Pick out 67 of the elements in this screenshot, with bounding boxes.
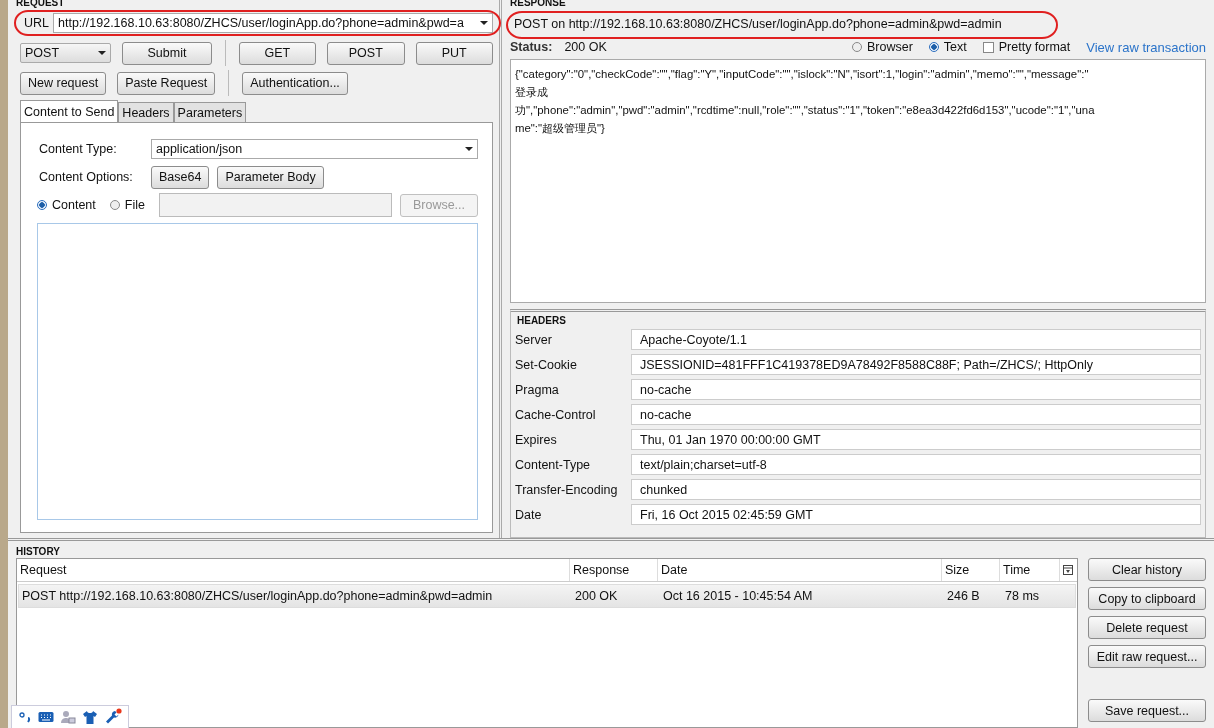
- view-radio[interactable]: Text: [928, 40, 967, 54]
- option-button[interactable]: Base64: [151, 165, 210, 189]
- header-name: Server: [515, 332, 553, 347]
- column-chooser-icon[interactable]: [1063, 565, 1073, 575]
- caret-icon: [465, 147, 473, 151]
- url-field[interactable]: http://192.168.10.63:8080/ZHCS/user/loginApp.do?phone=admin&pwd=a: [53, 13, 493, 33]
- header-value-field: Fri, 16 Oct 2015 02:45:59 GMT: [631, 504, 1201, 525]
- tab[interactable]: Content to Send: [20, 100, 119, 122]
- header-name: Set-Cookie: [515, 357, 578, 372]
- header-name: Content-Type: [515, 457, 592, 472]
- view-raw-link[interactable]: View raw transaction: [1086, 39, 1206, 55]
- status-value: 200 OK: [564, 40, 607, 54]
- option-button[interactable]: Parameter Body: [217, 165, 324, 189]
- column-header[interactable]: Size: [942, 559, 1000, 581]
- content-type-dropdown[interactable]: application/json: [151, 139, 478, 159]
- header-name: Pragma: [515, 382, 560, 397]
- history-action-button[interactable]: Copy to clipboard: [1088, 587, 1206, 610]
- header-name: Expires: [515, 432, 558, 447]
- header-name: Date: [515, 507, 543, 522]
- method-button[interactable]: PUT: [415, 41, 493, 65]
- source-radio[interactable]: File: [109, 198, 145, 212]
- header-name: Transfer-Encoding: [515, 482, 619, 497]
- action-button[interactable]: New request: [20, 71, 107, 95]
- header-value-field: JSESSIONID=481FFF1C419378ED9A78492F8588C88F; Path=/ZHCS/; HttpOnly: [631, 354, 1201, 375]
- wrench-icon[interactable]: [104, 708, 122, 726]
- method-button[interactable]: GET: [238, 41, 317, 65]
- tab[interactable]: Parameters: [173, 102, 247, 122]
- status-label: Status:: [510, 40, 553, 54]
- content-type-label: Content Type:: [38, 142, 118, 156]
- punctuation-icon[interactable]: [18, 710, 32, 724]
- header-value-field: no-cache: [631, 379, 1201, 400]
- save-request-button[interactable]: Save request...: [1088, 699, 1206, 722]
- header-value-field: no-cache: [631, 404, 1201, 425]
- url-label: URL: [23, 16, 49, 30]
- history-action-button[interactable]: Delete request: [1088, 616, 1206, 639]
- panel-title: HEADERS: [517, 315, 567, 326]
- method-button[interactable]: POST: [327, 41, 405, 65]
- submit-button[interactable]: Submit: [122, 41, 212, 65]
- panel-title: HISTORY: [16, 547, 61, 557]
- authentication-button[interactable]: Authentication...: [242, 71, 348, 95]
- action-button[interactable]: Paste Request: [117, 71, 216, 95]
- content-options-label: Content Options:: [38, 170, 134, 184]
- history-row[interactable]: POST http://192.168.10.63:8080/ZHCS/user/loginApp.do?phone=admin&pwd=admin 200 OK Oct 16 2015 - 10:45:54 AM 246 B 78 ms: [18, 584, 1076, 608]
- caret-icon: [480, 21, 488, 25]
- column-header[interactable]: Date: [658, 559, 942, 581]
- caret-icon: [98, 51, 107, 55]
- shirt-icon[interactable]: [82, 710, 98, 724]
- header-value-field: chunked: [631, 479, 1201, 500]
- header-value-field: text/plain;charset=utf-8: [631, 454, 1201, 475]
- column-header[interactable]: Request: [17, 559, 570, 581]
- keyboard-icon[interactable]: [38, 711, 54, 723]
- file-path-field[interactable]: [158, 193, 392, 217]
- pretty-format-checkbox[interactable]: Pretty format: [982, 40, 1071, 54]
- view-radio[interactable]: Browser: [851, 40, 913, 54]
- history-action-button[interactable]: Edit raw request...: [1088, 645, 1206, 668]
- source-radio[interactable]: Content: [37, 198, 96, 212]
- tab[interactable]: Headers: [118, 102, 174, 122]
- header-value-field: Apache-Coyote/1.1: [631, 329, 1201, 350]
- user-icon[interactable]: [60, 710, 76, 724]
- column-header[interactable]: Response: [570, 559, 658, 581]
- response-body: {"category":"0","checkCode":"","flag":"Y","inputCode":"","islock":"N","isort":1,"login":"admin","memo":"","message":" 登录成 功","phone":"admin","pwd":"admin","rcdtime":null,"role":"","status":"1","token":"e8ea3d422fd6d153","ucode":"1","una me":"超级管理员"}: [510, 59, 1206, 303]
- header-name: Cache-Control: [515, 407, 597, 422]
- request-summary: POST on http://192.168.10.63:8080/ZHCS/user/loginApp.do?phone=admin&pwd=admin: [513, 17, 1002, 31]
- header-value-field: Thu, 01 Jan 1970 00:00:00 GMT: [631, 429, 1201, 450]
- column-header[interactable]: Time: [1000, 559, 1060, 581]
- method-dropdown[interactable]: POST: [20, 43, 112, 63]
- history-action-button[interactable]: Clear history: [1088, 558, 1206, 581]
